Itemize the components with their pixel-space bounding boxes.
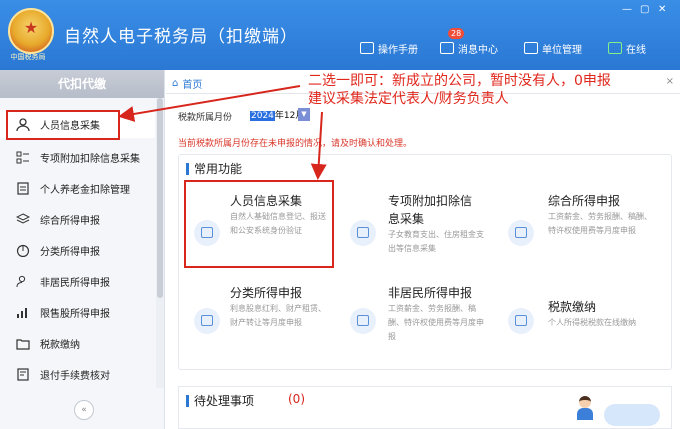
annotation-line2: 建议采集法定代表人/财务负责人 — [308, 91, 509, 107]
cloud-decoration — [604, 404, 660, 426]
pending-label: 待处理事项 — [194, 394, 255, 408]
annotation-arrows — [118, 85, 327, 180]
title-accent-bar — [186, 394, 189, 407]
annotation-text: 二选一即可：新成立的公司，暂时没有人，0申报 建议采集法定代表人/财务负责人 — [308, 72, 611, 108]
pending-title: 待处理事项 — [186, 392, 254, 409]
assistant-avatar[interactable] — [576, 396, 594, 420]
annotation-line1: 二选一即可：新成立的公司，暂时没有人，0申报 — [308, 73, 611, 89]
pending-count: (0) — [288, 392, 305, 406]
